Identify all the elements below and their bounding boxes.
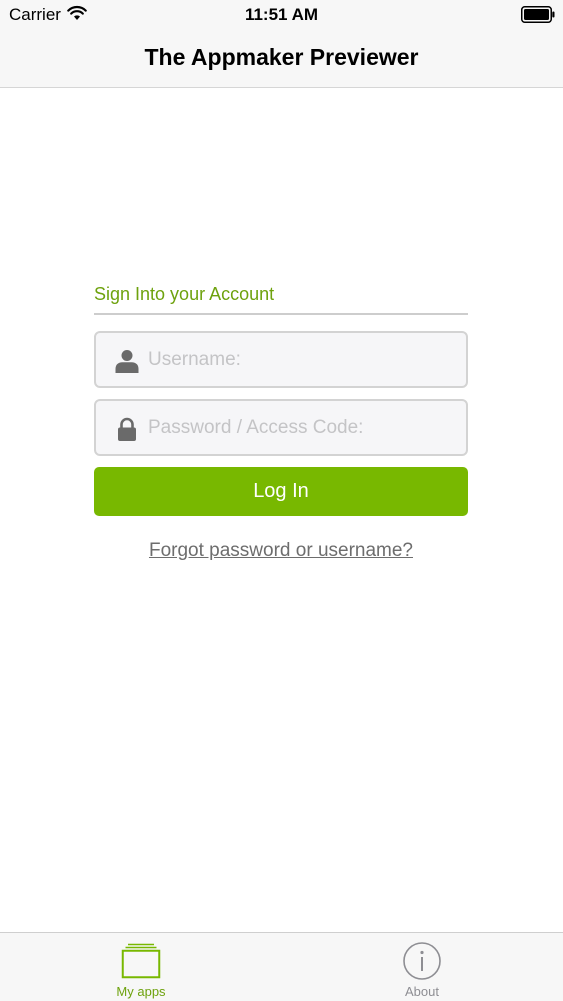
user-icon (115, 350, 139, 373)
tab-about-label: About (405, 984, 439, 999)
battery-icon (521, 6, 555, 23)
log-in-button[interactable]: Log In (94, 467, 468, 516)
login-form: Sign Into your Account Log In Forgot pas… (94, 282, 468, 563)
info-icon (403, 942, 441, 980)
username-input[interactable] (148, 333, 458, 386)
username-field[interactable] (94, 331, 468, 388)
tab-bar: My apps About (0, 932, 563, 1001)
status-bar: Carrier 11:51 AM (0, 0, 563, 30)
forgot-password-link[interactable]: Forgot password or username? (94, 539, 468, 563)
password-field[interactable] (94, 399, 468, 456)
page-title: The Appmaker Previewer (144, 44, 419, 70)
stacked-folders-icon (121, 943, 161, 979)
status-time: 11:51 AM (244, 5, 319, 24)
tab-my-apps-label: My apps (116, 984, 166, 999)
navigation-bar: The Appmaker Previewer (0, 30, 563, 88)
lock-icon (118, 417, 136, 441)
tab-about[interactable]: About (281, 933, 563, 1001)
login-form-header: Sign Into your Account (94, 282, 468, 315)
password-input[interactable] (148, 401, 458, 454)
tab-my-apps[interactable]: My apps (0, 933, 282, 1001)
